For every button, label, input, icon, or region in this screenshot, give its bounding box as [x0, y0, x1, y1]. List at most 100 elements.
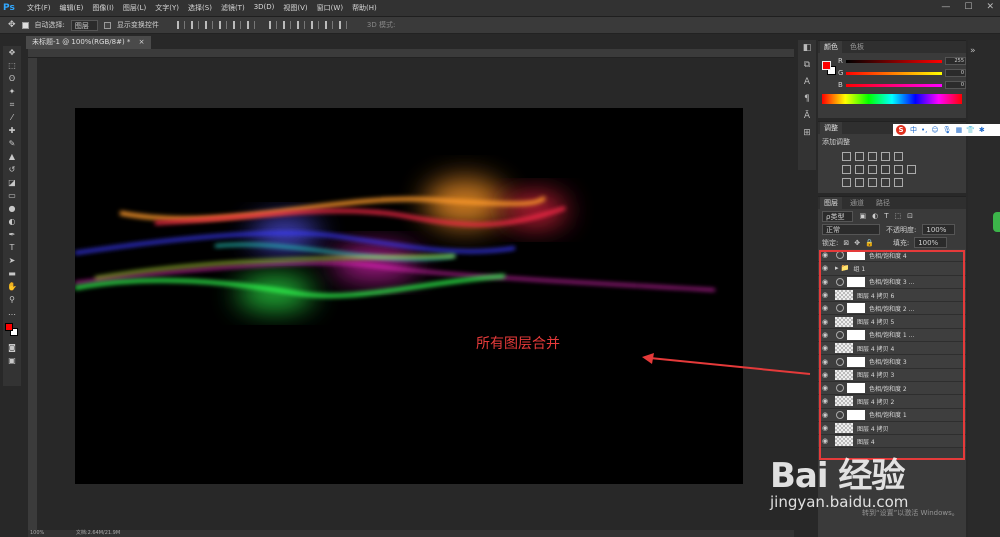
layer-thumbnail[interactable] — [835, 343, 853, 354]
glyphs-panel-icon[interactable]: Ā — [798, 108, 816, 125]
layer-row[interactable]: ◉ ▸ 📁 组 1 — [818, 262, 966, 276]
menu-item[interactable]: 编辑(E) — [60, 3, 84, 13]
layer-row[interactable]: ◉ 色相/饱和度 2 ... — [818, 302, 966, 316]
type-icon[interactable]: T — [3, 241, 21, 254]
move-icon[interactable]: ✥ — [3, 46, 21, 59]
green-value-field[interactable]: 0 — [945, 69, 966, 77]
marquee-icon[interactable]: ⬚ — [3, 59, 21, 72]
distribute-left-icon[interactable] — [310, 21, 319, 29]
blue-slider[interactable] — [845, 83, 943, 87]
posterize-icon[interactable] — [855, 178, 864, 187]
align-right-icon[interactable] — [246, 21, 255, 29]
threshold-icon[interactable] — [868, 178, 877, 187]
vibrance-icon[interactable] — [894, 152, 903, 161]
layer-mask-thumbnail[interactable] — [847, 383, 865, 394]
tab-paths[interactable]: 路径 — [872, 197, 894, 209]
foreground-color-swatch[interactable] — [5, 323, 13, 331]
filter-smart-icon[interactable]: ⊡ — [907, 212, 913, 220]
side-widget-icon[interactable] — [993, 212, 1000, 232]
filter-adjust-icon[interactable]: ◐ — [872, 212, 878, 220]
dodge-icon[interactable]: ◐ — [3, 215, 21, 228]
align-middle-icon[interactable] — [190, 21, 199, 29]
close-button[interactable]: ✕ — [986, 2, 994, 12]
visibility-eye-icon[interactable]: ◉ — [818, 291, 832, 299]
levels-icon[interactable] — [855, 152, 864, 161]
layer-row[interactable]: ◉ 色相/饱和度 2 — [818, 381, 966, 396]
opacity-field[interactable]: 100% — [922, 224, 956, 235]
layer-row[interactable]: ◉ 色相/饱和度 4 — [818, 249, 966, 263]
red-value-field[interactable]: 255 — [945, 57, 966, 65]
layer-row[interactable]: ◉ 色相/饱和度 3 ... — [818, 275, 966, 289]
color-spectrum[interactable] — [822, 94, 962, 104]
layer-thumbnail[interactable] — [835, 423, 853, 433]
visibility-eye-icon[interactable]: ◉ — [818, 251, 832, 259]
stamp-icon[interactable]: ▲ — [3, 150, 21, 163]
photo-filter-icon[interactable] — [881, 165, 890, 174]
layer-mask-thumbnail[interactable] — [847, 409, 865, 420]
visibility-eye-icon[interactable]: ◉ — [818, 384, 832, 392]
visibility-eye-icon[interactable]: ◉ — [818, 397, 832, 405]
layer-thumbnail[interactable] — [835, 369, 853, 380]
red-slider[interactable] — [845, 59, 943, 63]
layer-mask-thumbnail[interactable] — [847, 250, 865, 261]
ime-voice-icon[interactable]: 🎙 — [943, 126, 952, 134]
distribute-top-icon[interactable] — [268, 21, 277, 29]
lock-pixels-icon[interactable]: ⊠ — [843, 239, 849, 247]
history-brush-icon[interactable]: ↺ — [3, 163, 21, 176]
color-lookup-icon[interactable] — [907, 165, 916, 174]
crop-icon[interactable]: ⌗ — [3, 98, 21, 111]
align-bottom-icon[interactable] — [204, 21, 213, 29]
tab-color[interactable]: 颜色 — [820, 41, 842, 53]
panel-foreground-swatch[interactable] — [822, 61, 831, 70]
lasso-icon[interactable]: ʘ — [3, 72, 21, 85]
visibility-eye-icon[interactable]: ◉ — [818, 278, 832, 286]
ime-punct-icon[interactable]: •, — [921, 126, 927, 134]
healing-icon[interactable]: ✚ — [3, 124, 21, 137]
show-transform-checkbox[interactable] — [103, 21, 111, 29]
document-canvas[interactable] — [75, 108, 743, 484]
color-swatches[interactable] — [3, 319, 21, 341]
layer-thumbnail[interactable] — [835, 396, 853, 407]
align-top-icon[interactable] — [176, 21, 185, 29]
tab-swatches[interactable]: 色板 — [846, 41, 868, 53]
magic-wand-icon[interactable]: ✦ — [3, 85, 21, 98]
menu-item[interactable]: 3D(D) — [254, 3, 275, 13]
filter-shape-icon[interactable]: ⬚ — [894, 212, 901, 220]
layer-mask-thumbnail[interactable] — [847, 356, 865, 367]
color-balance-icon[interactable] — [855, 165, 864, 174]
brush-icon[interactable]: ✎ — [3, 137, 21, 150]
align-left-icon[interactable] — [218, 21, 227, 29]
tab-channels[interactable]: 通道 — [846, 197, 868, 209]
layer-row[interactable]: ◉ 图层 4 拷贝 2 — [818, 395, 966, 409]
menu-item[interactable]: 滤镜(T) — [221, 3, 245, 13]
blend-mode-dropdown[interactable]: 正常 — [822, 224, 880, 235]
layer-row[interactable]: ◉ 图层 4 拷贝 4 — [818, 342, 966, 356]
sogou-logo-icon[interactable]: S — [896, 125, 906, 135]
document-tab[interactable]: 未标题-1 @ 100%(RGB/8#) * × — [26, 36, 151, 49]
distribute-right-icon[interactable] — [338, 21, 347, 29]
layer-thumbnail[interactable] — [835, 436, 853, 447]
layer-filter-dropdown[interactable]: ρ类型 — [822, 210, 854, 222]
close-tab-icon[interactable]: × — [139, 38, 145, 46]
green-slider[interactable] — [846, 71, 943, 75]
visibility-eye-icon[interactable]: ◉ — [818, 331, 832, 339]
menu-item[interactable]: 视图(V) — [283, 3, 307, 13]
layer-row[interactable]: ◉ 色相/饱和度 3 — [818, 355, 966, 369]
menu-item[interactable]: 图像(I) — [92, 3, 114, 13]
lock-all-icon[interactable]: 🔒 — [865, 239, 874, 247]
tab-adjustments[interactable]: 调整 — [820, 122, 842, 134]
visibility-eye-icon[interactable]: ◉ — [818, 344, 832, 352]
collapse-panels-icon[interactable]: » — [970, 46, 976, 56]
gradient-map-icon[interactable] — [881, 178, 890, 187]
layer-row[interactable]: ◉ 色相/饱和度 1 ... — [818, 328, 966, 343]
distribute-middle-icon[interactable] — [282, 21, 291, 29]
selective-color-icon[interactable] — [894, 178, 903, 187]
quick-mask-icon[interactable]: ◙ — [3, 341, 21, 354]
menu-item[interactable]: 文字(Y) — [155, 3, 179, 13]
hue-saturation-icon[interactable] — [842, 165, 851, 174]
auto-select-checkbox[interactable] — [21, 21, 29, 29]
ime-emoji-icon[interactable]: ☺ — [931, 126, 938, 134]
layer-mask-thumbnail[interactable] — [847, 303, 865, 314]
align-center-icon[interactable] — [232, 21, 241, 29]
layer-row[interactable]: ◉ 图层 4 拷贝 5 — [818, 315, 966, 329]
